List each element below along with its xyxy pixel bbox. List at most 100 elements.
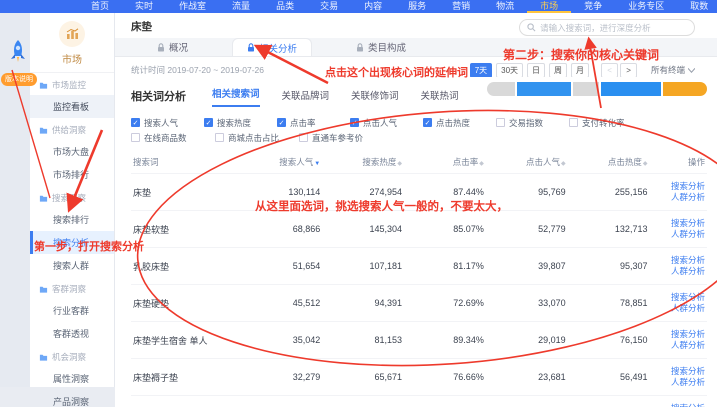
nav-item-品类[interactable]: 品类 [263,0,307,13]
panel-tab-关联热词[interactable]: 关联热词 [421,88,459,107]
mosaic-segment-3 [601,82,661,96]
panel-tab-关联品牌词[interactable]: 关联品牌词 [282,88,330,107]
column-header-点击人气[interactable]: 点击人气◆ [486,151,568,174]
action-link-搜索分析[interactable]: 搜索分析 [651,181,705,192]
rocket-icon[interactable] [8,39,28,65]
tab-相关分析[interactable]: 相关分析 [232,38,312,56]
checkbox-交易指数[interactable] [496,118,505,127]
sort-icon[interactable]: ▼ [314,161,320,167]
nav-item-实时[interactable]: 实时 [122,0,166,13]
checkbox-在线商品数[interactable] [131,133,140,142]
sidebar-item-搜索排行[interactable]: 搜索排行 [30,208,114,231]
lock-icon [247,43,255,52]
sidebar-item-监控看板[interactable]: 监控看板 [30,95,114,118]
column-header-搜索人气[interactable]: 搜索人气▼ [240,151,322,174]
table-row: 床垫褥子垫32,27965,67176.66%23,68156,491搜索分析人… [131,359,707,396]
action-link-人群分析[interactable]: 人群分析 [651,303,705,314]
sort-icon[interactable]: ◆ [479,160,484,167]
checkbox-搜索人气[interactable]: ✓ [131,118,140,127]
value-cell: 132,713 [568,211,650,248]
column-header-点击热度[interactable]: 点击热度◆ [568,151,650,174]
column-header-点击率[interactable]: 点击率◆ [404,151,486,174]
value-cell: 68,866 [240,211,322,248]
action-link-人群分析[interactable]: 人群分析 [651,340,705,351]
action-link-人群分析[interactable]: 人群分析 [651,266,705,277]
metric-支付转化率: 支付转化率 [569,117,653,129]
nav-item-竞争[interactable]: 竞争 [571,0,615,13]
terminal-filter-dropdown[interactable]: 所有终端 [651,64,695,76]
sidebar-item-搜索人群[interactable]: 搜索人群 [30,254,114,277]
search-word-cell: 乳胶床垫 [131,248,240,285]
date-button-日[interactable]: 日 [527,63,545,78]
sidebar-item-市场排行[interactable]: 市场排行 [30,163,114,186]
value-cell: 76,150 [568,322,650,359]
action-link-搜索分析[interactable]: 搜索分析 [651,366,705,377]
checkbox-搜索热度[interactable]: ✓ [204,118,213,127]
date-button-月[interactable]: 月 [571,63,589,78]
value-cell: 95,769 [486,174,568,211]
nav-item-首页[interactable]: 首页 [78,0,122,13]
table-row: 榻榻米床垫28,89258,11971.90%20,94648,948搜索分析人… [131,396,707,407]
checkbox-支付转化率[interactable] [569,118,578,127]
value-cell: 81.17% [404,248,486,285]
keyword-search-input[interactable]: 请输入搜索词，进行深度分析 [519,19,695,36]
checkbox-点击热度[interactable]: ✓ [423,118,432,127]
nav-item-营销[interactable]: 营销 [439,0,483,13]
checkbox-商城点击占比[interactable] [215,133,224,142]
nav-item-取数[interactable]: 取数 [677,0,717,13]
action-link-人群分析[interactable]: 人群分析 [651,377,705,388]
search-icon [527,23,536,32]
metric-checkboxes: ✓搜索人气✓搜索热度✓点击率✓点击人气✓点击热度交易指数支付转化率 在线商品数商… [131,107,707,145]
action-link-搜索分析[interactable]: 搜索分析 [651,218,705,229]
sidebar-item-搜索分析[interactable]: 搜索分析 [30,231,114,254]
version-badge[interactable]: 版本说明 [1,73,37,86]
value-cell: 78,851 [568,285,650,322]
pager-next-button[interactable]: > [620,63,637,78]
nav-item-市场[interactable]: 市场 [527,0,571,13]
action-link-搜索分析[interactable]: 搜索分析 [651,403,705,407]
value-cell: 28,892 [240,396,322,407]
nav-item-内容[interactable]: 内容 [351,0,395,13]
sort-icon[interactable]: ◆ [643,160,648,167]
action-link-人群分析[interactable]: 人群分析 [651,192,705,203]
value-cell: 89.34% [404,322,486,359]
checkbox-点击人气[interactable]: ✓ [350,118,359,127]
sidebar-group-label: 机会洞察 [52,351,86,363]
nav-item-交易[interactable]: 交易 [307,0,351,13]
date-button-30天[interactable]: 30天 [496,63,523,78]
tab-概况[interactable]: 概况 [143,38,202,56]
action-link-搜索分析[interactable]: 搜索分析 [651,292,705,303]
sort-icon[interactable]: ◆ [397,160,402,167]
nav-item-业务专区[interactable]: 业务专区 [615,0,677,13]
checkbox-直通车参考价[interactable] [299,133,308,142]
sidebar-item-行业客群[interactable]: 行业客群 [30,299,114,322]
metric-label: 搜索人气 [144,117,178,129]
metric-label: 商城点击占比 [228,132,279,144]
sidebar-item-属性洞察[interactable]: 属性洞察 [30,367,114,390]
tab-类目构成[interactable]: 类目构成 [342,38,420,56]
nav-item-作战室[interactable]: 作战室 [166,0,219,13]
column-header-搜索热度[interactable]: 搜索热度◆ [322,151,404,174]
sort-icon[interactable]: ◆ [561,160,566,167]
checkbox-点击率[interactable]: ✓ [277,118,286,127]
value-cell: 39,807 [486,248,568,285]
action-link-搜索分析[interactable]: 搜索分析 [651,255,705,266]
date-pager: < > [601,63,637,78]
date-button-周[interactable]: 周 [549,63,567,78]
sidebar-item-产品洞察[interactable]: 产品洞察 [30,390,114,407]
action-link-人群分析[interactable]: 人群分析 [651,229,705,240]
nav-item-物流[interactable]: 物流 [483,0,527,13]
date-button-7天[interactable]: 7天 [470,63,492,78]
action-link-搜索分析[interactable]: 搜索分析 [651,329,705,340]
stat-time: 统计时间 2019-07-20 ~ 2019-07-26 [131,64,264,76]
sidebar-item-客群透视[interactable]: 客群透视 [30,322,114,345]
nav-item-服务[interactable]: 服务 [395,0,439,13]
metric-点击热度: ✓点击热度 [423,117,496,129]
panel-tab-关联修饰词[interactable]: 关联修饰词 [351,88,399,107]
panel-tab-相关搜索词[interactable]: 相关搜索词 [212,86,260,107]
pager-prev-button[interactable]: < [601,63,618,78]
sidebar-item-市场大盘[interactable]: 市场大盘 [30,140,114,163]
value-cell: 56,491 [568,359,650,396]
search-placeholder: 请输入搜索词，进行深度分析 [540,22,651,34]
nav-item-流量[interactable]: 流量 [219,0,263,13]
